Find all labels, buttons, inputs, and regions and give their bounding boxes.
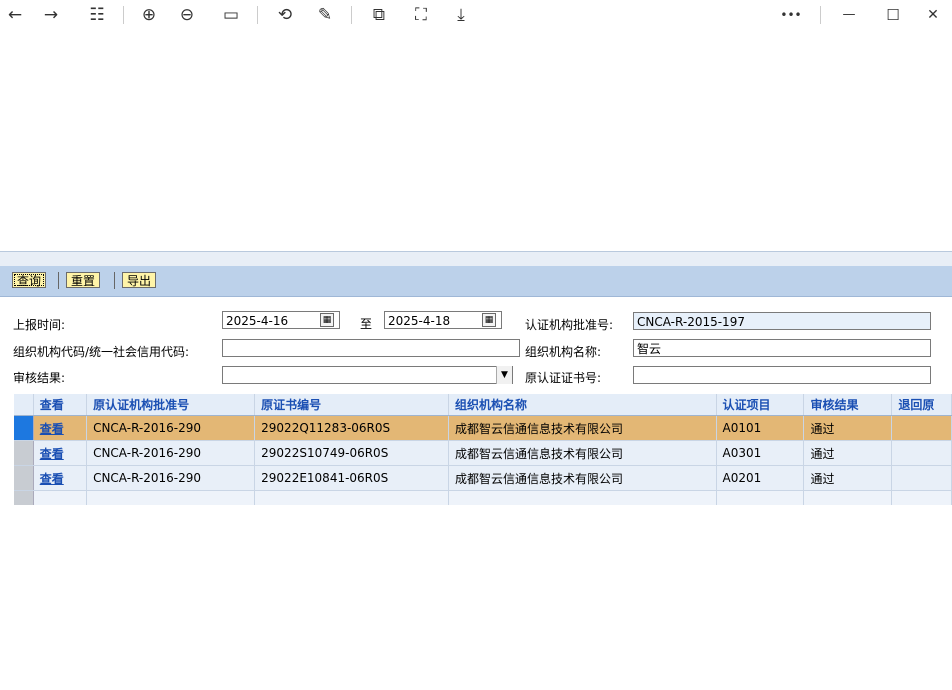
table-cell: CNCA-R-2016-290 [86,465,256,491]
zoom-in-icon[interactable]: ⊕ [136,4,162,26]
more-icon[interactable]: ••• [776,4,806,26]
calendar-icon[interactable]: ▦ [320,313,334,327]
button-divider [114,272,115,289]
table-row[interactable]: 查看 CNCA-R-2016-290 29022E10841-06R0S 成都智… [14,465,952,491]
table-row[interactable]: 查看 CNCA-R-2016-290 29022Q11283-06R0S 成都智… [14,415,952,441]
to-label: 至 [360,317,373,331]
view-link[interactable]: 查看 [40,472,64,486]
view-link[interactable]: 查看 [40,447,64,461]
column-header[interactable]: 退回原 [891,394,952,416]
table-cell: 通过 [803,465,893,491]
report-time-label: 上报时间: [13,318,66,332]
toolbar-divider [351,6,352,24]
close-icon[interactable]: ✕ [920,4,946,26]
table-row-empty [14,490,952,505]
org-name-label: 组织机构名称: [525,345,602,359]
toolbar-divider [257,6,258,24]
actual-size-icon[interactable]: ▭ [218,4,244,26]
table-cell: CNCA-R-2016-290 [86,440,256,466]
column-header[interactable]: 原认证机构批准号 [86,394,256,416]
table-cell: 29022S10749-06R0S [254,440,450,466]
table-cell: A0101 [716,415,805,441]
download-icon[interactable]: ⤓ [448,4,474,26]
forward-arrow-icon[interactable]: → [38,4,64,26]
table-cell [891,440,952,466]
row-selector[interactable] [14,465,34,491]
table-header-row: 查看 原认证机构批准号 原证书编号 组织机构名称 认证项目 审核结果 退回原 [14,394,952,416]
button-bar: 查询 重置 导出 [0,266,952,297]
table-cell: 29022E10841-06R0S [254,465,450,491]
column-header[interactable]: 原证书编号 [254,394,450,416]
column-header[interactable]: 查看 [33,394,88,416]
row-selector[interactable] [14,440,34,466]
org-name-input[interactable]: 智云 [633,339,931,357]
minimize-icon[interactable]: — [836,4,862,26]
table-cell [891,415,952,441]
toolbar-divider [123,6,124,24]
orig-cert-no-input[interactable] [633,366,931,384]
query-button[interactable]: 查询 [12,272,47,288]
review-result-select[interactable] [222,366,513,384]
row-indicator-header [14,394,34,416]
table-cell: A0301 [716,440,805,466]
org-code-label: 组织机构代码/统一社会信用代码: [13,345,190,359]
column-header[interactable]: 组织机构名称 [448,394,717,416]
table-cell: 成都智云信通信息技术有限公司 [448,415,717,441]
edit-icon[interactable]: ✎ [312,4,338,26]
column-header[interactable]: 认证项目 [716,394,805,416]
calendar-icon[interactable]: ▦ [482,313,496,327]
table-cell: 29022Q11283-06R0S [254,415,450,441]
chevron-down-icon[interactable]: ▼ [496,366,512,384]
maximize-icon[interactable]: ☐ [880,4,906,26]
button-divider [58,272,59,289]
grid-view-icon[interactable]: ☷ [84,4,110,26]
review-result-label: 审核结果: [13,371,66,385]
results-table: 查看 原认证机构批准号 原证书编号 组织机构名称 认证项目 审核结果 退回原 查… [14,394,952,505]
extract-icon[interactable]: ⧉ [366,4,392,26]
reset-button[interactable]: 重置 [66,272,101,288]
crop-icon[interactable]: ⛶ [408,4,434,26]
rotate-icon[interactable]: ⟲ [272,4,298,26]
query-panel: 查询 重置 导出 上报时间: 2025-4-16 ▦ 至 2025-4-18 ▦… [0,251,952,505]
table-cell: A0201 [716,465,805,491]
view-link[interactable]: 查看 [40,422,64,436]
row-selector [14,490,34,505]
table-cell: CNCA-R-2016-290 [86,415,256,441]
cert-body-approval-field: CNCA-R-2015-197 [633,312,931,330]
back-arrow-icon[interactable]: ← [2,4,28,26]
table-row[interactable]: 查看 CNCA-R-2016-290 29022S10749-06R0S 成都智… [14,440,952,466]
org-code-input[interactable] [222,339,520,357]
export-button[interactable]: 导出 [122,272,157,288]
cert-body-approval-label: 认证机构批准号: [525,318,614,332]
table-cell: 成都智云信通信息技术有限公司 [448,440,717,466]
orig-cert-no-label: 原认证证书号: [525,371,602,385]
toolbar-divider [820,6,821,24]
panel-top-strip [0,251,952,266]
table-cell [891,465,952,491]
zoom-out-icon[interactable]: ⊖ [174,4,200,26]
table-cell: 通过 [803,440,893,466]
column-header[interactable]: 审核结果 [803,394,893,416]
viewer-toolbar: ← → ☷ ⊕ ⊖ ▭ ⟲ ✎ ⧉ ⛶ ⤓ ••• — ☐ ✕ [0,0,952,30]
table-cell: 通过 [803,415,893,441]
table-cell: 成都智云信通信息技术有限公司 [448,465,717,491]
row-selector[interactable] [14,415,34,441]
